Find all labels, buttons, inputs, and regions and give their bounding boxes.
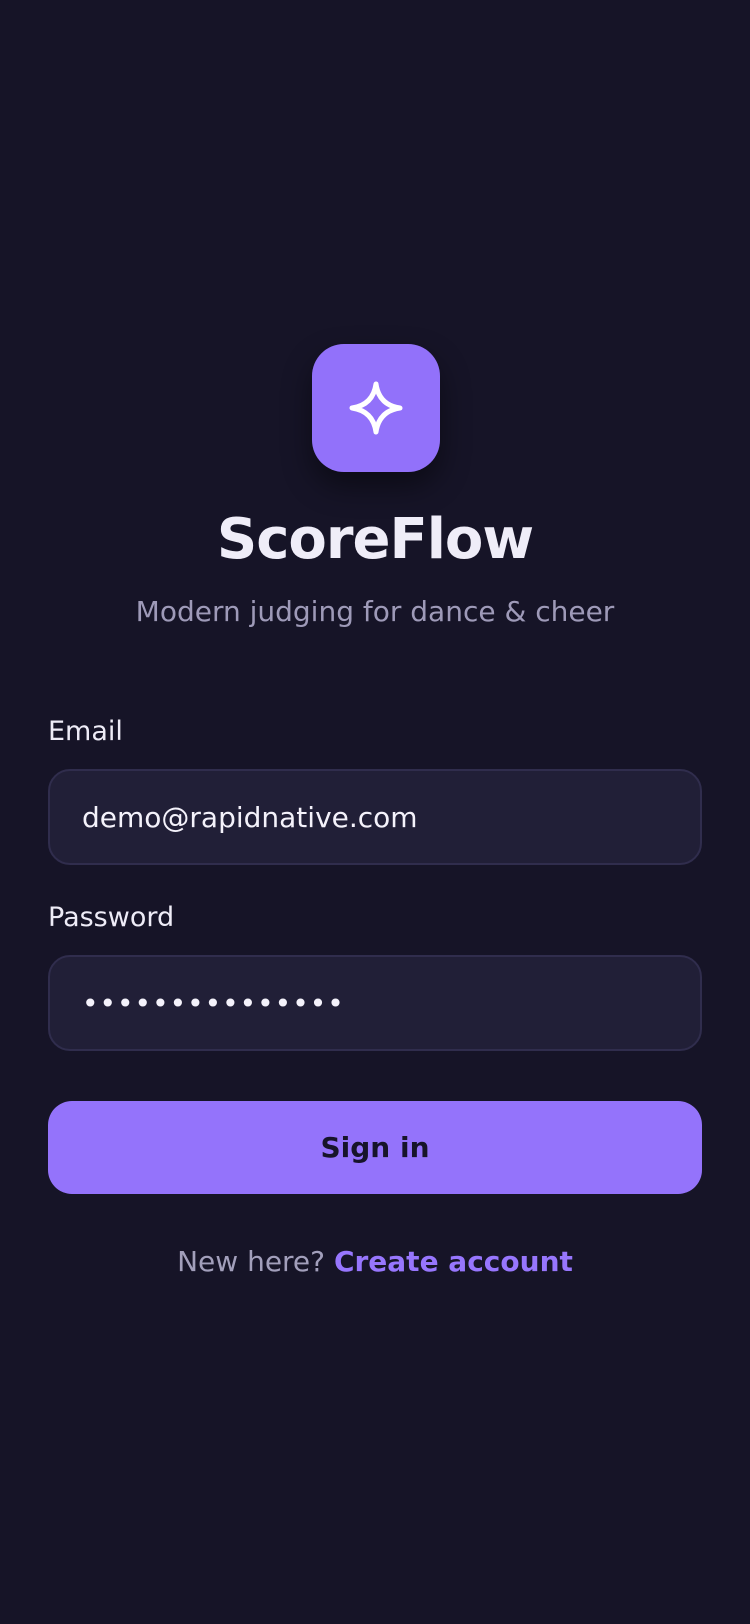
password-field[interactable]: •••••••••••••••	[48, 955, 702, 1051]
sign-in-label: Sign in	[320, 1131, 430, 1164]
app-subtitle: Modern judging for dance & cheer	[135, 595, 615, 628]
email-field[interactable]: demo@rapidnative.com	[48, 769, 702, 865]
app-title: ScoreFlow	[216, 507, 534, 572]
create-account-link[interactable]: Create account	[334, 1245, 573, 1278]
password-label: Password	[48, 902, 175, 933]
app-logo	[312, 344, 440, 472]
login-screen: ScoreFlow Modern judging for dance & che…	[0, 0, 750, 1624]
email-value: demo@rapidnative.com	[82, 800, 418, 834]
signup-prompt: New here? Create account	[0, 1242, 750, 1282]
sparkle-icon	[346, 378, 406, 438]
email-label: Email	[48, 716, 123, 747]
sign-in-button[interactable]: Sign in	[48, 1101, 702, 1194]
signup-prompt-text: New here?	[177, 1245, 326, 1278]
password-value: •••••••••••••••	[82, 986, 345, 1020]
